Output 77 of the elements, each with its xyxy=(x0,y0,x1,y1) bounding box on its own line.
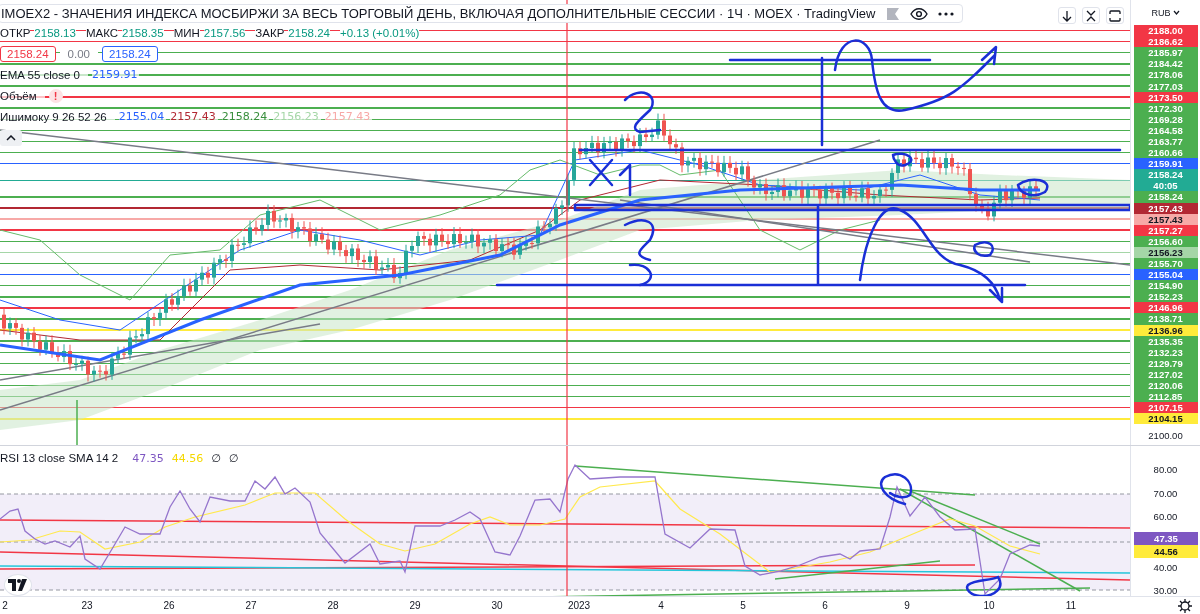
price-tag: 2120.06 xyxy=(1133,380,1198,392)
rsi-tag: 47.35 xyxy=(1134,532,1198,546)
ohlc-value: 2158.24 xyxy=(288,26,330,39)
time-label: 2023 xyxy=(567,600,591,611)
rsi-label: 70.00 xyxy=(1153,487,1178,499)
time-label: 4 xyxy=(658,600,664,611)
time-label: 6 xyxy=(822,600,828,611)
price-tag: 2152.23 xyxy=(1133,291,1198,303)
ohlc-label: ЗАКР xyxy=(255,26,285,39)
time-label: 9 xyxy=(904,600,910,611)
price-change: +0.13 (+0.01%) xyxy=(339,26,420,39)
price-tag: 2157.43 xyxy=(1133,202,1198,214)
price-tag: 2158.24 40:05 xyxy=(1133,169,1198,192)
price-tag: 2107.15 xyxy=(1133,402,1198,414)
price-tag: 2178.06 xyxy=(1133,69,1198,81)
price-tag: 2112.85 xyxy=(1133,391,1198,403)
indicator-value: 2157.43 xyxy=(324,110,373,123)
price-tag: 2155.04 xyxy=(1133,269,1198,281)
price-tag: 2138.71 xyxy=(1133,313,1198,325)
time-label: 11 xyxy=(1065,600,1077,611)
price-tag: 2185.97 xyxy=(1133,47,1198,59)
price-tag: 2177.03 xyxy=(1133,80,1198,92)
price-tag: 2157.43 xyxy=(1133,213,1198,225)
indicator-name[interactable]: Объём xyxy=(0,89,45,102)
time-label: 5 xyxy=(740,600,746,611)
time-label: 2 xyxy=(2,600,8,611)
ohlc-value: 2158.35 xyxy=(122,26,164,39)
price-tag: 2173.50 xyxy=(1133,91,1198,103)
indicator-value: 2156.23 xyxy=(273,110,321,123)
indicator-value: 2159.91 xyxy=(91,68,140,81)
rsi-tag: 44.56 xyxy=(1134,545,1198,559)
price-tag: 2186.62 xyxy=(1133,36,1198,48)
value-tag: 2158.24 xyxy=(101,45,158,62)
time-label: 29 xyxy=(409,600,421,611)
price-tag: 2157.27 xyxy=(1133,224,1198,236)
price-tag: 2104.15 xyxy=(1133,413,1198,425)
price-tag: 2156.23 xyxy=(1133,246,1198,258)
rsi-label: 60.00 xyxy=(1153,511,1178,523)
time-label: 10 xyxy=(983,600,995,611)
price-tag: 2184.42 xyxy=(1133,58,1198,70)
time-label: 23 xyxy=(81,600,93,611)
price-tag: 2159.91 xyxy=(1133,158,1198,170)
ohlc-label: МИН xyxy=(173,26,200,39)
price-tag: 2132.23 xyxy=(1133,346,1198,358)
price-tag: 2154.90 xyxy=(1133,280,1198,292)
rsi-label: 40.00 xyxy=(1153,561,1178,573)
price-tag: 2129.79 xyxy=(1133,357,1198,369)
currency-selector[interactable]: RUB xyxy=(1151,7,1171,18)
price-tag: 2160.66 xyxy=(1133,147,1198,159)
time-label: 28 xyxy=(327,600,339,611)
rsi-label: 30.00 xyxy=(1153,585,1178,597)
price-tag: 2136.96 xyxy=(1133,324,1198,336)
rsi-label: 80.00 xyxy=(1153,464,1178,476)
time-label: 26 xyxy=(163,600,175,611)
indicator-value: 2157.43 xyxy=(170,110,218,123)
ohlc-label: ОТКР xyxy=(0,26,31,39)
ohlc-value: 2157.56 xyxy=(203,26,246,39)
price-tag: 2169.28 xyxy=(1133,113,1198,125)
price-tag: 2172.30 xyxy=(1133,102,1198,114)
ohlc-value: 2158.13 xyxy=(34,26,76,39)
price-tag: 2156.60 xyxy=(1133,235,1198,247)
value-tag: 2158.24 xyxy=(0,45,56,62)
time-label: 30 xyxy=(491,600,503,611)
price-tag: 2188.00 xyxy=(1133,25,1198,37)
time-label: 27 xyxy=(245,600,257,611)
indicator-name[interactable]: Ишимоку 9 26 52 26 xyxy=(0,110,115,123)
spread-value: 0.00 xyxy=(59,47,98,60)
price-tag: 2135.35 xyxy=(1133,335,1198,347)
indicator-value: 2155.04 xyxy=(118,110,167,123)
price-tag: 2164.58 xyxy=(1133,124,1198,136)
price-tag: 2158.24 xyxy=(1133,191,1198,203)
price-tag: 2146.96 xyxy=(1133,302,1198,314)
indicator-name[interactable]: EMA 55 close 0 xyxy=(0,68,88,81)
indicator-value: 2158.24 xyxy=(221,110,270,123)
chart-title: IMOEX2 - ЗНАЧЕНИЯ ИНДЕКСА МОСБИРЖИ ЗА ВЕСЬ ТОРГОВЫЙ ДЕНЬ, ВКЛЮЧАЯ ДОПОЛНИТЕЛЬНЫЕ СЕССИИ · 1Ч · MOEX · TradingView xyxy=(1,6,876,21)
ohlc-label: МАКС xyxy=(85,26,119,39)
price-label: 2100.00 xyxy=(1148,430,1183,442)
